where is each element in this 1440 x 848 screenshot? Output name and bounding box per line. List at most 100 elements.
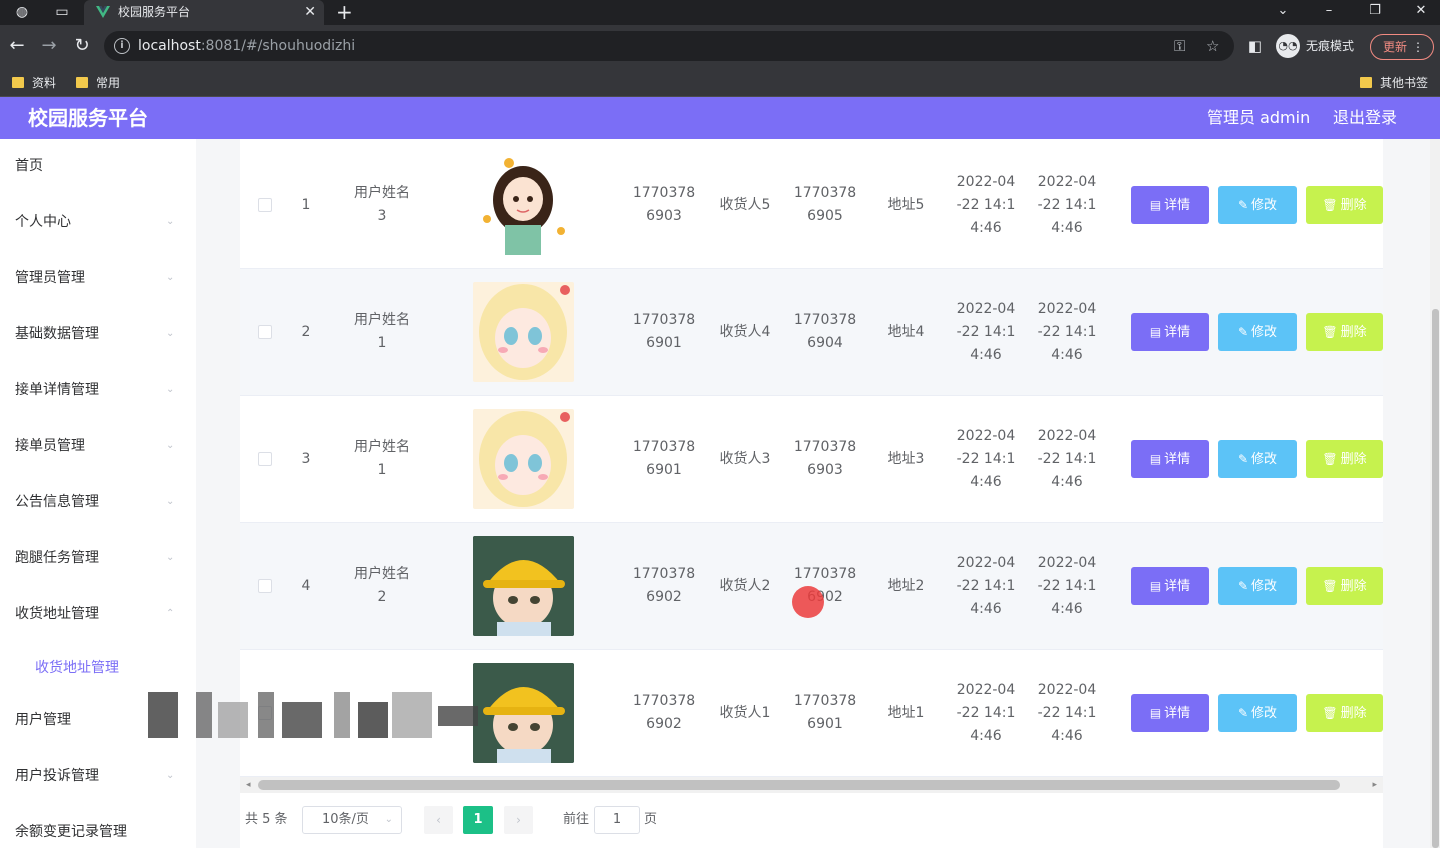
- sidebar-item-addresses[interactable]: 收货地址管理 ⌃: [0, 587, 196, 643]
- edit-button[interactable]: ✎ 修改: [1218, 313, 1297, 351]
- close-tab-icon[interactable]: ✕: [304, 3, 316, 21]
- receiver-name-cell: 收货人2: [719, 578, 771, 594]
- detail-button[interactable]: ▤ 详情: [1131, 440, 1209, 478]
- folder-icon: [76, 77, 88, 88]
- page-size-select[interactable]: 10条/页 ⌄: [302, 806, 402, 834]
- edit-button[interactable]: ✎ 修改: [1218, 567, 1297, 605]
- next-page-button[interactable]: ›: [504, 806, 533, 834]
- sidebar-subitem-address-management[interactable]: 收货地址管理: [0, 643, 196, 693]
- key-icon[interactable]: ⚿: [1174, 36, 1185, 56]
- row-index: 2: [301, 324, 311, 340]
- document-icon: ▤: [1149, 452, 1162, 466]
- delete-button[interactable]: 🗑 删除: [1306, 694, 1383, 732]
- row-index: 4: [301, 578, 311, 594]
- address-cell: 地址3: [887, 451, 925, 467]
- address-bar[interactable]: i localhost:8081/#/shouhuodizhi ⚿ ☆: [104, 31, 1234, 61]
- site-info-icon[interactable]: i: [114, 38, 130, 54]
- receiver-phone-cell: 1770378 6905: [793, 185, 857, 224]
- logout-link[interactable]: 退出登录: [1333, 107, 1397, 129]
- edit-button[interactable]: ✎ 修改: [1218, 694, 1297, 732]
- delete-button[interactable]: 🗑 删除: [1306, 567, 1383, 605]
- row-checkbox[interactable]: [258, 325, 272, 339]
- goto-page-input[interactable]: 1: [594, 806, 640, 834]
- page-number-current[interactable]: 1: [463, 806, 493, 834]
- vertical-scrollbar[interactable]: [1430, 139, 1440, 848]
- table-row: 3 用户姓名 1 1770378 6901 收货人3 1770378 6903 地址3…: [240, 396, 1383, 523]
- globe-icon[interactable]: ◍: [4, 0, 40, 25]
- sidebar-item-couriers[interactable]: 接单员管理 ⌄: [0, 419, 196, 475]
- row-checkbox[interactable]: [258, 198, 272, 212]
- user-phone-cell: 1770378 6903: [632, 185, 696, 224]
- document-icon: ▤: [1149, 706, 1162, 720]
- chevron-down-icon: ⌄: [166, 770, 175, 781]
- row-checkbox[interactable]: [258, 452, 272, 466]
- created-time-cell: 2022-04 -22 14:1 4:46: [956, 301, 1016, 363]
- app-title: 校园服务平台: [28, 106, 148, 130]
- reload-icon[interactable]: ↻: [70, 34, 94, 58]
- tab-list-icon[interactable]: ⌄: [1260, 0, 1306, 25]
- new-tab-icon[interactable]: +: [336, 0, 353, 25]
- updated-time-cell: 2022-04 -22 14:1 4:46: [1037, 428, 1097, 490]
- restore-icon[interactable]: ❐: [1352, 0, 1398, 25]
- minimize-icon[interactable]: –: [1306, 0, 1352, 25]
- sidebar-item-order-details[interactable]: 接单详情管理 ⌄: [0, 363, 196, 419]
- user-name-cell: 用户姓名 2: [354, 566, 410, 605]
- created-time-cell: 2022-04 -22 14:1 4:46: [956, 428, 1016, 490]
- other-bookmarks[interactable]: 其他书签: [1358, 74, 1428, 92]
- edit-button[interactable]: ✎ 修改: [1218, 440, 1297, 478]
- back-icon[interactable]: ←: [5, 34, 29, 58]
- delete-button[interactable]: 🗑 删除: [1306, 313, 1383, 351]
- scroll-thumb[interactable]: [258, 780, 1340, 790]
- forward-icon[interactable]: →: [37, 34, 61, 58]
- document-icon: ▤: [1149, 579, 1162, 593]
- boy-hat-avatar: [473, 536, 574, 636]
- detail-button[interactable]: ▤ 详情: [1131, 567, 1209, 605]
- edit-button[interactable]: ✎ 修改: [1218, 186, 1297, 224]
- bookmark-star-icon[interactable]: ☆: [1206, 36, 1219, 56]
- address-cell: 地址1: [887, 705, 925, 721]
- receiver-name-cell: 收货人3: [719, 451, 771, 467]
- receiver-name-cell: 收货人5: [719, 197, 771, 213]
- prev-page-button[interactable]: ‹: [424, 806, 453, 834]
- app-header: 校园服务平台 管理员 admin 退出登录: [0, 97, 1440, 139]
- bookmark-folder-ziliao[interactable]: 资料: [10, 74, 56, 92]
- sidebar: 首页 个人中心 ⌄ 管理员管理 ⌄ 基础数据管理 ⌄ 接单详情管理 ⌄ 接单员管理 ⌄ 公…: [0, 139, 196, 848]
- bookmark-folder-changyong[interactable]: 常用: [74, 74, 120, 92]
- browser-toolbar: ← → ↻ i localhost:8081/#/shouhuodizhi ⚿ …: [0, 25, 1440, 68]
- delete-button[interactable]: 🗑 删除: [1306, 186, 1383, 224]
- detail-button[interactable]: ▤ 详情: [1131, 694, 1209, 732]
- horizontal-scrollbar[interactable]: ◂ ▸: [240, 777, 1383, 793]
- sidebar-item-balance-log[interactable]: 余额变更记录管理: [0, 805, 196, 848]
- incognito-label: 无痕模式: [1306, 39, 1355, 53]
- browser-tab-bar: ◍ ▭ 校园服务平台 ✕ + ⌄ – ❐ ✕: [0, 0, 1440, 25]
- scroll-thumb[interactable]: [1432, 309, 1439, 848]
- sidebar-item-admins[interactable]: 管理员管理 ⌄: [0, 251, 196, 307]
- pencil-icon: ✎: [1237, 706, 1249, 720]
- chevron-down-icon: ⌄: [166, 552, 175, 563]
- scroll-left-icon[interactable]: ◂: [246, 777, 251, 793]
- window-close-icon[interactable]: ✕: [1398, 0, 1440, 25]
- update-button[interactable]: 更新 ⋮: [1370, 34, 1434, 60]
- trash-icon: 🗑: [1322, 579, 1338, 593]
- sidebar-item-basic-data[interactable]: 基础数据管理 ⌄: [0, 307, 196, 363]
- document-icon: ▤: [1149, 198, 1162, 212]
- side-panel-icon[interactable]: ◧: [1243, 34, 1267, 58]
- sidebar-item-complaints[interactable]: 用户投诉管理 ⌄: [0, 749, 196, 805]
- trash-icon: 🗑: [1322, 198, 1338, 212]
- scroll-right-icon[interactable]: ▸: [1372, 777, 1377, 793]
- incognito-icon[interactable]: ◔◔: [1276, 34, 1300, 58]
- sidebar-item-errands[interactable]: 跑腿任务管理 ⌄: [0, 531, 196, 587]
- sidebar-item-home[interactable]: 首页: [0, 139, 196, 195]
- sidebar-item-profile[interactable]: 个人中心 ⌄: [0, 195, 196, 251]
- detail-button[interactable]: ▤ 详情: [1131, 313, 1209, 351]
- receiver-phone-cell: 1770378 6904: [793, 312, 857, 351]
- sidebar-item-notices[interactable]: 公告信息管理 ⌄: [0, 475, 196, 531]
- detail-button[interactable]: ▤ 详情: [1131, 186, 1209, 224]
- delete-button[interactable]: 🗑 删除: [1306, 440, 1383, 478]
- chevron-down-icon: ⌄: [166, 328, 175, 339]
- url-text[interactable]: localhost:8081/#/shouhuodizhi: [138, 37, 355, 55]
- tab-search-icon[interactable]: ▭: [44, 0, 80, 25]
- row-checkbox[interactable]: [258, 579, 272, 593]
- user-phone-cell: 1770378 6901: [632, 312, 696, 351]
- browser-tab[interactable]: 校园服务平台 ✕: [84, 0, 324, 25]
